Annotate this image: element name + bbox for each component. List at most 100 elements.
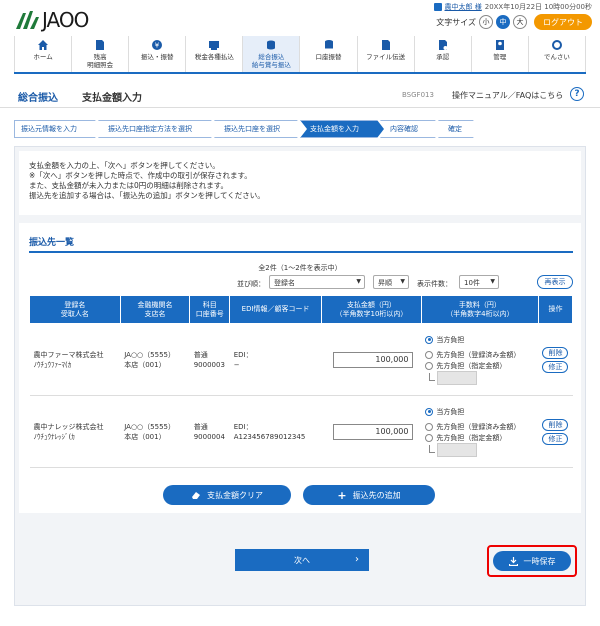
document-icon <box>96 40 105 50</box>
nav-item-transfer[interactable]: ¥ 振込・振替 <box>128 36 185 72</box>
sort-label: 並び順： <box>237 280 265 288</box>
branch-name: 本店（001） <box>124 360 166 369</box>
yen-icon: ¥ <box>152 40 163 50</box>
bank-cell: JA○○（5555） 本店（001） <box>120 323 190 396</box>
instructions: 支払金額を入力の上、「次へ」ボタンを押してください。 ※「次へ」ボタンを押した時… <box>19 151 581 215</box>
dropdown-arrow-icon: ▼ <box>400 278 405 285</box>
nav-item-debit[interactable]: 口座振替 <box>299 36 356 72</box>
edit-button[interactable]: 修正 <box>542 432 569 445</box>
recipient-kana: ﾉｳﾁｭｳﾌｧｰﾏ(ｶ <box>33 360 72 369</box>
account-type: 普通 <box>193 422 208 431</box>
col-name: 登録名 受取人名 <box>29 295 121 324</box>
fee-amount-wrap <box>425 371 534 385</box>
nav-item-admin[interactable]: 管理 <box>470 36 528 72</box>
per-page-select-value: 10件 <box>464 279 480 287</box>
edit-button[interactable]: 修正 <box>542 360 569 373</box>
font-size-medium-button[interactable]: 中 <box>496 15 510 29</box>
fee-option-label: 当方負担 <box>436 335 465 344</box>
step-method: 振込先口座指定方法を選択 <box>98 120 218 138</box>
edi-value: − <box>233 360 240 369</box>
account-cell: 普通 9000004 <box>189 395 230 468</box>
fee-option-label: 先方負担（指定金額） <box>436 361 507 370</box>
recipient-name-cell: 農中ファーマ株式会社 ﾉｳﾁｭｳﾌｧｰﾏ(ｶ <box>29 323 121 396</box>
bank-name: JA○○（5555） <box>124 350 175 359</box>
account-type: 普通 <box>193 350 208 359</box>
redisplay-button[interactable]: 再表示 <box>537 275 573 289</box>
fee-option[interactable]: 先方負担（登録済み金額） <box>425 349 534 360</box>
radio[interactable] <box>425 350 434 359</box>
user-card-icon <box>495 40 504 50</box>
logo[interactable]: JAOO <box>14 8 89 32</box>
radio-selected[interactable] <box>425 407 434 416</box>
nav-item-densai[interactable]: でんさい <box>527 36 586 72</box>
next-label: 次へ <box>294 555 310 565</box>
database-icon <box>324 40 333 49</box>
fee-option-label: 先方負担（登録済み金額） <box>436 350 521 359</box>
screen-code: BSGF013 <box>402 91 434 99</box>
font-size-large-button[interactable]: 大 <box>513 15 527 29</box>
step-complete: 確定 <box>438 120 480 138</box>
edi-label: EDI： <box>233 350 253 359</box>
download-icon <box>508 556 518 566</box>
fee-option[interactable]: 当方負担 <box>425 406 534 417</box>
radio[interactable] <box>425 361 434 370</box>
col-edi: EDI情報／顧客コード <box>229 295 322 324</box>
branch-name: 本店（001） <box>124 432 166 441</box>
fee-option[interactable]: 当方負担 <box>425 334 534 345</box>
account-cell: 普通 9000003 <box>189 323 230 396</box>
nav-label: ファイル伝送 <box>366 53 406 61</box>
amount-input[interactable]: 100,000 <box>333 423 414 440</box>
nav-item-balance[interactable]: 残高 明細照会 <box>71 36 128 72</box>
add-recipient-button[interactable]: + 振込先の追加 <box>303 485 435 505</box>
step-confirm: 内容確認 <box>380 120 442 138</box>
help-icon[interactable]: ? <box>570 87 584 101</box>
sort-select[interactable]: 登録名 ▼ <box>269 275 365 289</box>
fee-option[interactable]: 先方負担（指定金額） <box>425 432 534 443</box>
help-link[interactable]: 操作マニュアル／FAQはこちら <box>452 90 563 101</box>
page-title-bar: 総合振込 支払金額入力 BSGF013 操作マニュアル／FAQはこちら ? <box>0 84 600 108</box>
edi-cell: EDI： A123456789012345 <box>229 395 322 468</box>
delete-button[interactable]: 削除 <box>542 346 569 359</box>
login-time: 20XX年10月22日 10時00分00秒 <box>484 3 592 11</box>
fee-option[interactable]: 先方負担（指定金額） <box>425 360 534 371</box>
nav-item-file-transfer[interactable]: ファイル伝送 <box>356 36 414 72</box>
recipient-table: 登録名 受取人名 金融機関名 支店名 科目 口座番号 EDI情報／顧客コード 支… <box>29 295 574 468</box>
radio-selected[interactable] <box>425 335 434 344</box>
section-title: 振込先一覧 <box>29 238 75 248</box>
temporary-save-button[interactable]: 一時保存 <box>493 551 571 571</box>
order-select-value: 昇順 <box>378 279 392 287</box>
logo-text: JAOO <box>42 8 89 32</box>
nav-item-home[interactable]: ホーム <box>14 36 71 72</box>
nav-item-bulk-transfer[interactable]: 総合振込 給与賞与振込 <box>242 36 300 72</box>
ja-logo-icon <box>16 11 39 29</box>
next-button[interactable]: 次へ › <box>235 549 369 571</box>
order-select[interactable]: 昇順 ▼ <box>373 275 409 289</box>
radio[interactable] <box>425 422 434 431</box>
plus-icon: + <box>337 488 347 502</box>
clear-amount-button[interactable]: 支払金額クリア <box>163 485 291 505</box>
chevron-right-icon: › <box>355 554 359 565</box>
main-panel: 支払金額を入力の上、「次へ」ボタンを押してください。 ※「次へ」ボタンを押した時… <box>14 146 586 606</box>
table-row: 農中ファーマ株式会社 ﾉｳﾁｭｳﾌｧｰﾏ(ｶ JA○○（5555） 本店（001… <box>29 323 573 396</box>
per-page-select[interactable]: 10件 ▼ <box>459 275 499 289</box>
col-operation: 操作 <box>537 295 574 324</box>
svg-text:¥: ¥ <box>155 42 160 50</box>
edi-value: A123456789012345 <box>233 432 306 441</box>
font-size-small-button[interactable]: 小 <box>479 15 493 29</box>
nav-item-approval[interactable]: 承認 <box>413 36 471 72</box>
delete-button[interactable]: 削除 <box>542 418 569 431</box>
operation-cell: 削除 修正 <box>538 323 573 396</box>
logout-button[interactable]: ログアウト <box>534 14 592 30</box>
user-info: 農中太郎 様 20XX年10月22日 10時00分00秒 <box>433 2 592 12</box>
account-number: 9000004 <box>193 432 225 441</box>
recipient-list-section: 振込先一覧 全2件（1〜2件を表示中） 並び順： 登録名 ▼ 昇順 ▼ 表示件数… <box>19 223 581 513</box>
amount-input[interactable]: 100,000 <box>333 351 414 368</box>
user-icon <box>433 3 442 11</box>
user-name-link[interactable]: 農中太郎 様 <box>445 2 482 12</box>
refresh-icon <box>551 40 562 50</box>
radio[interactable] <box>425 433 434 442</box>
recipient-name-cell: 農中ナレッジ株式会社 ﾉｳﾁｭｳﾅﾚｯｼﾞ(ｶ <box>29 395 121 468</box>
step-select-account: 振込先口座を選択 <box>214 120 304 138</box>
fee-option[interactable]: 先方負担（登録済み金額） <box>425 421 534 432</box>
nav-item-tax[interactable]: 税金各種払込 <box>185 36 242 72</box>
